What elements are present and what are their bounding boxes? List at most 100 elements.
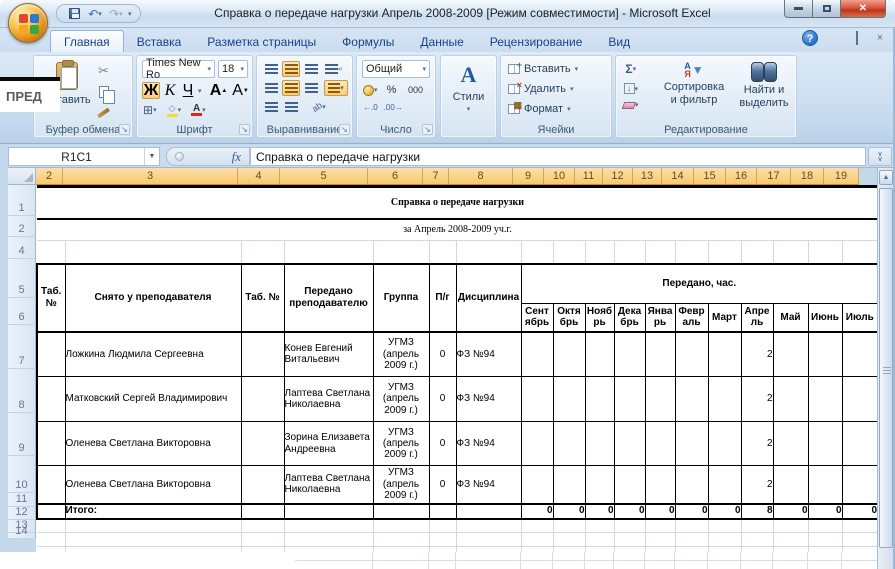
cell[interactable]: Оленева Светлана Викторовна [65, 466, 241, 504]
cell[interactable] [645, 377, 675, 422]
cell[interactable] [521, 241, 553, 264]
cell[interactable]: Дисциплина [456, 264, 521, 332]
cell[interactable] [585, 377, 614, 422]
cell[interactable] [614, 241, 645, 264]
cell[interactable]: 2 [741, 332, 773, 377]
cell[interactable]: 0 [708, 504, 741, 519]
cell[interactable] [585, 241, 614, 264]
column-header-14[interactable]: 14 [662, 168, 694, 185]
cell[interactable] [429, 504, 456, 519]
cell[interactable]: ФЗ №94 [456, 377, 521, 422]
cell[interactable] [808, 533, 842, 547]
cell[interactable]: 0 [808, 504, 842, 519]
cell[interactable] [65, 241, 241, 264]
cell[interactable] [373, 519, 429, 533]
align-top-button[interactable] [262, 61, 280, 77]
row-header-7[interactable]: 7 [8, 325, 36, 369]
workbook-restore-button[interactable] [850, 32, 864, 44]
minimize-button[interactable] [784, 0, 813, 18]
column-header-9[interactable]: 9 [513, 168, 544, 185]
increase-indent-button[interactable] [282, 99, 300, 115]
cell[interactable] [645, 466, 675, 504]
cell[interactable] [284, 519, 373, 533]
cell[interactable] [37, 422, 65, 466]
cell[interactable]: УГМЗ (апрель 2009 г.) [373, 332, 429, 377]
cell[interactable] [741, 533, 773, 547]
cell[interactable] [553, 377, 585, 422]
cell[interactable]: 8 [741, 504, 773, 519]
cell[interactable] [614, 332, 645, 377]
cell[interactable] [842, 422, 878, 466]
cell[interactable] [521, 519, 553, 533]
cell[interactable] [521, 533, 553, 547]
decrease-decimal-button[interactable]: .00→ [383, 102, 404, 113]
cell[interactable] [614, 519, 645, 533]
tab-formulas[interactable]: Формулы [329, 31, 407, 52]
close-button[interactable]: ✕ [841, 0, 886, 18]
column-header-5[interactable]: 5 [280, 168, 368, 185]
clear-button[interactable]: ▾ [622, 100, 640, 110]
column-header-3[interactable]: 3 [63, 168, 238, 185]
underline-dropdown[interactable]: ▾ [198, 87, 202, 95]
office-button[interactable] [8, 3, 48, 43]
cell[interactable] [675, 422, 708, 466]
cell[interactable] [585, 533, 614, 547]
save-button[interactable] [65, 6, 83, 21]
cell[interactable] [741, 519, 773, 533]
cell[interactable] [808, 466, 842, 504]
cell[interactable] [37, 519, 65, 533]
cell[interactable] [773, 533, 808, 547]
cell[interactable] [553, 241, 585, 264]
cell-styles-button[interactable]: А Стили ▾ [441, 64, 496, 113]
cell[interactable]: 0 [645, 504, 675, 519]
cell[interactable]: Справка о передаче нагрузки [37, 187, 878, 219]
cell[interactable]: УГМЗ (апрель 2009 г.) [373, 422, 429, 466]
cell[interactable] [645, 332, 675, 377]
cell[interactable]: Сент ябрь [521, 304, 553, 332]
cell[interactable] [808, 422, 842, 466]
cut-button[interactable]: ✂ [97, 62, 110, 80]
cell[interactable]: Май [773, 304, 808, 332]
cell[interactable]: Апре ль [741, 304, 773, 332]
formula-input[interactable]: Справка о передаче нагрузки [250, 147, 866, 166]
cell[interactable]: 0 [521, 504, 553, 519]
restore-button[interactable] [813, 0, 841, 18]
number-format-select[interactable]: Общий▾ [362, 60, 430, 78]
clipboard-dialog-launcher[interactable]: ↘ [119, 124, 130, 135]
row-header-2[interactable]: 2 [8, 216, 36, 237]
row-header-10[interactable]: 10 [8, 456, 36, 493]
copy-button[interactable] [98, 85, 110, 99]
percent-button[interactable]: % [383, 82, 401, 98]
cell[interactable] [708, 533, 741, 547]
accounting-format-button[interactable]: ▾ [362, 84, 379, 97]
wrap-text-button[interactable]: ↵ [324, 61, 344, 77]
align-middle-button[interactable] [282, 61, 300, 77]
cell[interactable] [808, 377, 842, 422]
autosum-button[interactable]: Σ▾ [622, 61, 640, 77]
cell[interactable]: ФЗ №94 [456, 332, 521, 377]
cell[interactable] [37, 241, 65, 264]
cell[interactable]: Февр аль [675, 304, 708, 332]
cell[interactable] [284, 533, 373, 547]
borders-button[interactable]: ⊞▾ [142, 102, 158, 118]
cell[interactable]: 0 [773, 504, 808, 519]
cell[interactable] [65, 533, 241, 547]
cell[interactable] [842, 241, 878, 264]
format-painter-button[interactable] [96, 104, 111, 116]
help-button[interactable]: ? [802, 30, 818, 46]
cell[interactable]: 0 [675, 504, 708, 519]
cell[interactable]: П/г [429, 264, 456, 332]
cell[interactable]: ФЗ №94 [456, 466, 521, 504]
tab-view[interactable]: Вид [595, 31, 643, 52]
cell[interactable] [429, 533, 456, 547]
cell[interactable]: 0 [429, 466, 456, 504]
delete-cells-button[interactable]: ×Удалить▾ [507, 82, 579, 96]
select-all-corner[interactable] [8, 168, 36, 185]
cell[interactable] [842, 519, 878, 533]
cell[interactable] [241, 519, 284, 533]
column-header-7[interactable]: 7 [423, 168, 449, 185]
cell[interactable] [284, 504, 373, 519]
cell[interactable] [675, 466, 708, 504]
row-header-11[interactable]: 11 [8, 493, 36, 507]
cell[interactable]: 0 [585, 504, 614, 519]
